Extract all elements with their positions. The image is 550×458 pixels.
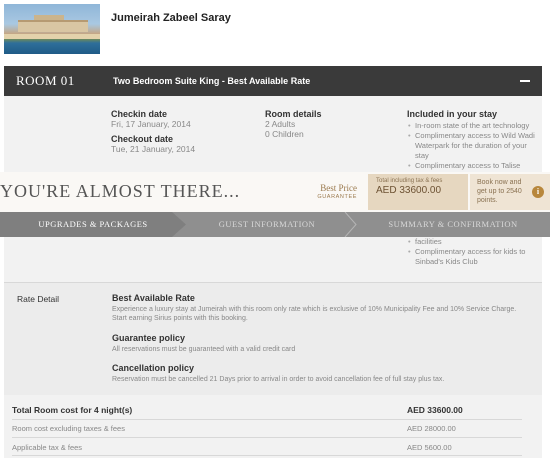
included-list: In-room state of the art technology Comp… <box>407 121 537 171</box>
best-price-guarantee: Best Price GUARANTEE <box>313 183 357 200</box>
rate-name: Best Available Rate <box>112 293 195 303</box>
guarantee-policy-title: Guarantee policy <box>112 333 186 343</box>
checkin-block: Checkin date Fri, 17 January, 2014 <box>111 109 191 129</box>
checkin-label: Checkin date <box>111 109 168 119</box>
included-list-continued: facilities Complimentary access for kids… <box>407 237 541 267</box>
cancellation-policy-title: Cancellation policy <box>112 363 195 373</box>
list-item: Complimentary access for kids to Sinbad'… <box>407 247 541 267</box>
cancellation-policy-text: Reservation must be cancelled 21 Days pr… <box>112 376 445 383</box>
room-header-bar[interactable]: ROOM 01 Two Bedroom Suite King - Best Av… <box>4 66 542 96</box>
guarantee-label: GUARANTEE <box>317 194 357 200</box>
hotel-name: Jumeirah Zabeel Saray <box>111 12 231 24</box>
step-guest-information[interactable]: GUEST INFORMATION <box>172 212 362 237</box>
points-text: Book now and get up to 2540 points. <box>477 179 522 204</box>
room-details-block: Room details 2 Adults 0 Children <box>265 109 322 139</box>
total-room-cost-row: Total Room cost for 4 night(s) AED 33600… <box>12 405 522 419</box>
booking-summary-page: Jumeirah Zabeel Saray ROOM 01 Two Bedroo… <box>0 0 550 458</box>
list-item: Complimentary access to Wild Wadi Waterp… <box>407 131 537 161</box>
tax-fees-amount: AED 5600.00 <box>407 443 452 452</box>
room-title: Two Bedroom Suite King - Best Available … <box>113 76 311 86</box>
room-number: ROOM 01 <box>16 73 75 88</box>
list-item: In-room state of the art technology <box>407 121 537 131</box>
divider <box>12 455 522 456</box>
rate-name-block: Best Available Rate Experience a luxury … <box>112 293 522 323</box>
room-details-panel: Checkin date Fri, 17 January, 2014 Check… <box>4 96 542 458</box>
price-banner: YOU'RE ALMOST THERE... Best Price GUARAN… <box>0 172 550 212</box>
hotel-thumbnail-image <box>4 4 100 54</box>
almost-there-headline: YOU'RE ALMOST THERE... <box>0 181 241 201</box>
points-box: Book now and get up to 2540 points. i <box>470 174 550 210</box>
checkout-value: Tue, 21 January, 2014 <box>111 144 196 154</box>
room-cost-label: Room cost excluding taxes & fees <box>12 424 125 433</box>
rate-detail-label: Rate Detail <box>17 294 60 304</box>
adults-count: 2 Adults <box>265 119 296 129</box>
list-item: Complimentary access to Talise <box>407 161 537 171</box>
room-details-label: Room details <box>265 109 322 119</box>
guarantee-policy-block: Guarantee policy All reservations must b… <box>112 333 522 354</box>
tax-fees-row: Applicable tax & fees AED 5600.00 <box>12 443 522 455</box>
rate-detail-panel: Rate Detail Best Available Rate Experien… <box>4 282 542 395</box>
total-price: AED 33600.00 <box>376 185 442 196</box>
hotel-building-shape <box>18 20 88 32</box>
step-upgrades-packages[interactable]: UPGRADES & PACKAGES <box>0 212 186 237</box>
checkin-value: Fri, 17 January, 2014 <box>111 119 191 129</box>
step-summary-confirmation[interactable]: SUMMARY & CONFIRMATION <box>356 212 550 237</box>
list-item: facilities <box>407 237 541 247</box>
checkout-label: Checkout date <box>111 134 174 144</box>
info-icon[interactable]: i <box>532 186 544 198</box>
divider <box>12 437 522 438</box>
booking-steps-bar: UPGRADES & PACKAGES GUEST INFORMATION SU… <box>0 212 550 237</box>
checkout-block: Checkout date Tue, 21 January, 2014 <box>111 134 195 154</box>
room-cost-row: Room cost excluding taxes & fees AED 280… <box>12 424 522 436</box>
best-price-label: Best Price <box>320 183 357 193</box>
total-room-cost-amount: AED 33600.00 <box>407 405 463 415</box>
total-price-box: Total including tax & fees AED 33600.00 <box>368 174 468 210</box>
cancellation-policy-block: Cancellation policy Reservation must be … <box>112 363 522 384</box>
guarantee-policy-text: All reservations must be guaranteed with… <box>112 346 296 353</box>
children-count: 0 Children <box>265 129 304 139</box>
rate-description: Experience a luxury stay at Jumeirah wit… <box>112 306 517 322</box>
collapse-icon[interactable] <box>520 80 530 82</box>
included-block: Included in your stay In-room state of t… <box>407 109 537 171</box>
total-room-cost-label: Total Room cost for 4 night(s) <box>12 405 133 415</box>
divider <box>12 419 522 420</box>
beach-shape <box>4 34 100 39</box>
total-including-label: Total including tax & fees <box>376 178 443 184</box>
included-label: Included in your stay <box>407 109 498 119</box>
tax-fees-label: Applicable tax & fees <box>12 443 83 452</box>
room-cost-amount: AED 28000.00 <box>407 424 456 433</box>
